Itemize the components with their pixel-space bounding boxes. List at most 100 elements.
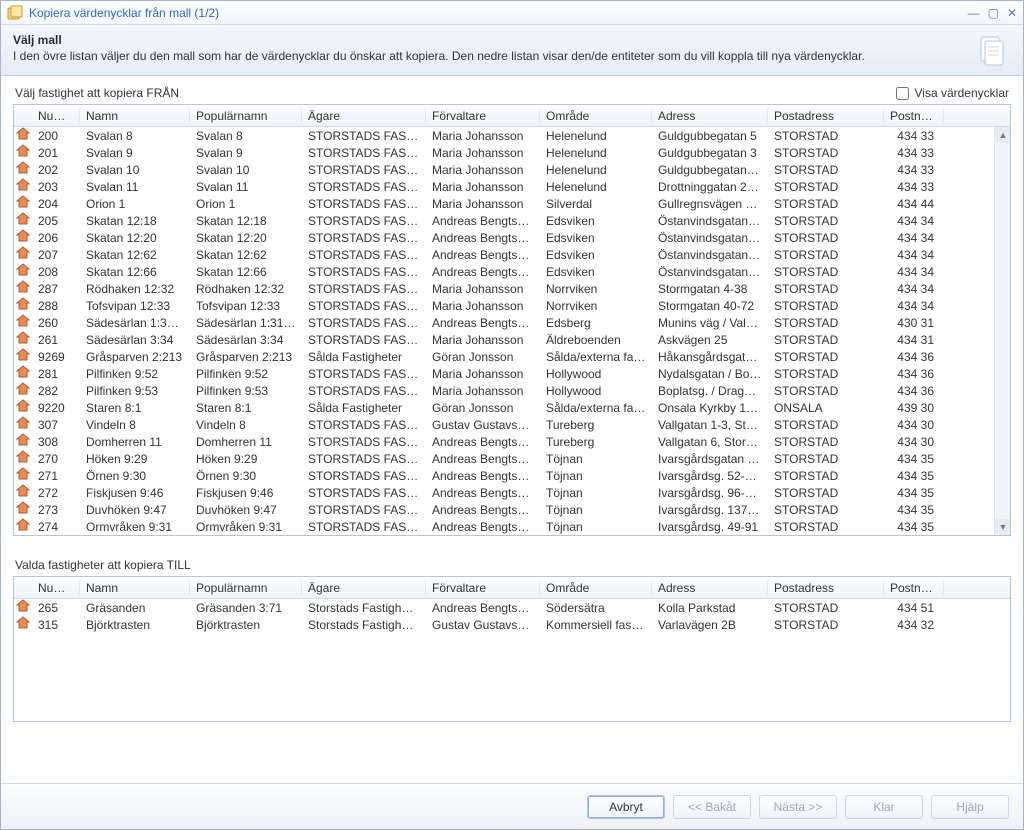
table-row[interactable]: 260Sädesärlan 1:31, 1:33Sädesärlan 1:31,… bbox=[14, 314, 1010, 331]
property-icon bbox=[16, 501, 30, 518]
property-icon bbox=[16, 616, 30, 633]
table-row[interactable]: 9269Gråsparven 2:213Gråsparven 2:213Såld… bbox=[14, 348, 1010, 365]
col-agare[interactable]: Ägare bbox=[302, 109, 426, 123]
property-icon bbox=[16, 599, 30, 616]
footer: Avbryt << Bakåt Nästa >> Klar Hjälp bbox=[1, 783, 1023, 829]
col-nummer[interactable]: Nummer bbox=[32, 109, 80, 123]
table-row[interactable]: 201Svalan 9Svalan 9STORSTADS FASTIG...Ma… bbox=[14, 144, 1010, 161]
next-button[interactable]: Nästa >> bbox=[759, 795, 837, 819]
titlebar: Kopiera värdenycklar från mall (1/2) — ▢… bbox=[1, 1, 1023, 25]
property-icon bbox=[16, 161, 30, 178]
table-row[interactable]: 273Duvhöken 9:47Duvhöken 9:47STORSTADS F… bbox=[14, 501, 1010, 518]
col-forvaltare[interactable]: Förvaltare bbox=[426, 581, 540, 595]
table-row[interactable]: 281Pilfinken 9:52Pilfinken 9:52STORSTADS… bbox=[14, 365, 1010, 382]
property-icon bbox=[16, 518, 30, 535]
col-nummer[interactable]: Nummer bbox=[32, 581, 80, 595]
table-row[interactable]: 282Pilfinken 9:53Pilfinken 9:53STORSTADS… bbox=[14, 382, 1010, 399]
col-forvaltare[interactable]: Förvaltare bbox=[426, 109, 540, 123]
table-row[interactable]: 200Svalan 8Svalan 8STORSTADS FASTIG...Ma… bbox=[14, 127, 1010, 144]
property-icon bbox=[16, 484, 30, 501]
from-grid-body[interactable]: ▲ ▼ 200Svalan 8Svalan 8STORSTADS FASTIG.… bbox=[14, 127, 1010, 535]
app-icon bbox=[7, 5, 23, 21]
from-grid-header: Nummer Namn Populärnamn Ägare Förvaltare… bbox=[14, 105, 1010, 127]
property-icon bbox=[16, 195, 30, 212]
col-postadress[interactable]: Postadress bbox=[768, 109, 884, 123]
table-row[interactable]: 204Orion 1Orion 1STORSTADS FASTIG...Mari… bbox=[14, 195, 1010, 212]
table-row[interactable]: 207Skatan 12:62Skatan 12:62STORSTADS FAS… bbox=[14, 246, 1010, 263]
property-icon bbox=[16, 246, 30, 263]
window-title: Kopiera värdenycklar från mall (1/2) bbox=[29, 6, 968, 20]
banner-body: I den övre listan väljer du den mall som… bbox=[13, 49, 1011, 63]
col-postadress[interactable]: Postadress bbox=[768, 581, 884, 595]
property-icon bbox=[16, 314, 30, 331]
banner-heading: Välj mall bbox=[13, 33, 1011, 47]
property-icon bbox=[16, 297, 30, 314]
property-icon bbox=[16, 467, 30, 484]
table-row[interactable]: 203Svalan 11Svalan 11STORSTADS FASTIG...… bbox=[14, 178, 1010, 195]
col-postnum[interactable]: Postnum... bbox=[884, 581, 944, 595]
done-button[interactable]: Klar bbox=[845, 795, 923, 819]
col-popular[interactable]: Populärnamn bbox=[190, 109, 302, 123]
cancel-button[interactable]: Avbryt bbox=[587, 795, 665, 819]
col-agare[interactable]: Ägare bbox=[302, 581, 426, 595]
to-section-header: Valda fastigheter att kopiera TILL bbox=[1, 548, 1023, 576]
show-keys-label: Visa värdenycklar bbox=[915, 86, 1010, 100]
property-icon bbox=[16, 433, 30, 450]
property-icon bbox=[16, 399, 30, 416]
table-row[interactable]: 202Svalan 10Svalan 10STORSTADS FASTIG...… bbox=[14, 161, 1010, 178]
from-label: Välj fastighet att kopiera FRÅN bbox=[15, 86, 179, 100]
property-icon bbox=[16, 280, 30, 297]
close-button[interactable]: ✕ bbox=[1007, 7, 1017, 19]
col-namn[interactable]: Namn bbox=[80, 581, 190, 595]
property-icon bbox=[16, 348, 30, 365]
property-icon bbox=[16, 365, 30, 382]
wizard-window: Kopiera värdenycklar från mall (1/2) — ▢… bbox=[0, 0, 1024, 830]
property-icon bbox=[16, 331, 30, 348]
table-row[interactable]: 270Höken 9:29Höken 9:29STORSTADS FASTIG.… bbox=[14, 450, 1010, 467]
window-buttons: — ▢ ✕ bbox=[968, 7, 1017, 19]
table-row[interactable]: 315BjörktrastenBjörktrastenStorstads Fas… bbox=[14, 616, 1010, 633]
to-grid-body[interactable]: 265GräsandenGräsanden 3:71Storstads Fast… bbox=[14, 599, 1010, 721]
to-grid-header: Nummer Namn Populärnamn Ägare Förvaltare… bbox=[14, 577, 1010, 599]
table-row[interactable]: 271Örnen 9:30Örnen 9:30STORSTADS FASTIG.… bbox=[14, 467, 1010, 484]
show-keys-checkbox[interactable]: Visa värdenycklar bbox=[896, 86, 1010, 100]
col-namn[interactable]: Namn bbox=[80, 109, 190, 123]
property-icon bbox=[16, 212, 30, 229]
maximize-button[interactable]: ▢ bbox=[988, 7, 999, 19]
property-icon bbox=[16, 229, 30, 246]
col-postnum[interactable]: Postnum... bbox=[884, 109, 944, 123]
col-popular[interactable]: Populärnamn bbox=[190, 581, 302, 595]
documents-icon bbox=[975, 33, 1009, 70]
table-row[interactable]: 274Ormvråken 9:31Ormvråken 9:31STORSTADS… bbox=[14, 518, 1010, 535]
minimize-button[interactable]: — bbox=[968, 7, 980, 19]
table-row[interactable]: 287Rödhaken 12:32Rödhaken 12:32STORSTADS… bbox=[14, 280, 1010, 297]
property-icon bbox=[16, 450, 30, 467]
col-omrade[interactable]: Område bbox=[540, 581, 652, 595]
table-row[interactable]: 307Vindeln 8Vindeln 8STORSTADS FASTIG...… bbox=[14, 416, 1010, 433]
col-adress[interactable]: Adress bbox=[652, 109, 768, 123]
table-row[interactable]: 308Domherren 11Domherren 11STORSTADS FAS… bbox=[14, 433, 1010, 450]
property-icon bbox=[16, 144, 30, 161]
table-row[interactable]: 208Skatan 12:66Skatan 12:66STORSTADS FAS… bbox=[14, 263, 1010, 280]
property-icon bbox=[16, 263, 30, 280]
table-row[interactable]: 9220Staren 8:1Staren 8:1Sålda Fastighete… bbox=[14, 399, 1010, 416]
table-row[interactable]: 261Sädesärlan 3:34Sädesärlan 3:34STORSTA… bbox=[14, 331, 1010, 348]
table-row[interactable]: 265GräsandenGräsanden 3:71Storstads Fast… bbox=[14, 599, 1010, 616]
from-scrollbar[interactable]: ▲ ▼ bbox=[994, 127, 1010, 535]
from-section-header: Välj fastighet att kopiera FRÅN Visa vär… bbox=[1, 76, 1023, 104]
banner: Välj mall I den övre listan väljer du de… bbox=[1, 25, 1023, 76]
from-grid[interactable]: Nummer Namn Populärnamn Ägare Förvaltare… bbox=[13, 104, 1011, 536]
scroll-down-icon[interactable]: ▼ bbox=[995, 519, 1010, 535]
help-button[interactable]: Hjälp bbox=[931, 795, 1009, 819]
table-row[interactable]: 205Skatan 12:18Skatan 12:18STORSTADS FAS… bbox=[14, 212, 1010, 229]
show-keys-input[interactable] bbox=[896, 87, 909, 100]
back-button[interactable]: << Bakåt bbox=[673, 795, 751, 819]
scroll-up-icon[interactable]: ▲ bbox=[995, 127, 1010, 143]
table-row[interactable]: 206Skatan 12:20Skatan 12:20STORSTADS FAS… bbox=[14, 229, 1010, 246]
table-row[interactable]: 272Fiskjusen 9:46Fiskjusen 9:46STORSTADS… bbox=[14, 484, 1010, 501]
property-icon bbox=[16, 382, 30, 399]
table-row[interactable]: 288Tofsvipan 12:33Tofsvipan 12:33STORSTA… bbox=[14, 297, 1010, 314]
to-grid[interactable]: Nummer Namn Populärnamn Ägare Förvaltare… bbox=[13, 576, 1011, 722]
col-omrade[interactable]: Område bbox=[540, 109, 652, 123]
col-adress[interactable]: Adress bbox=[652, 581, 768, 595]
